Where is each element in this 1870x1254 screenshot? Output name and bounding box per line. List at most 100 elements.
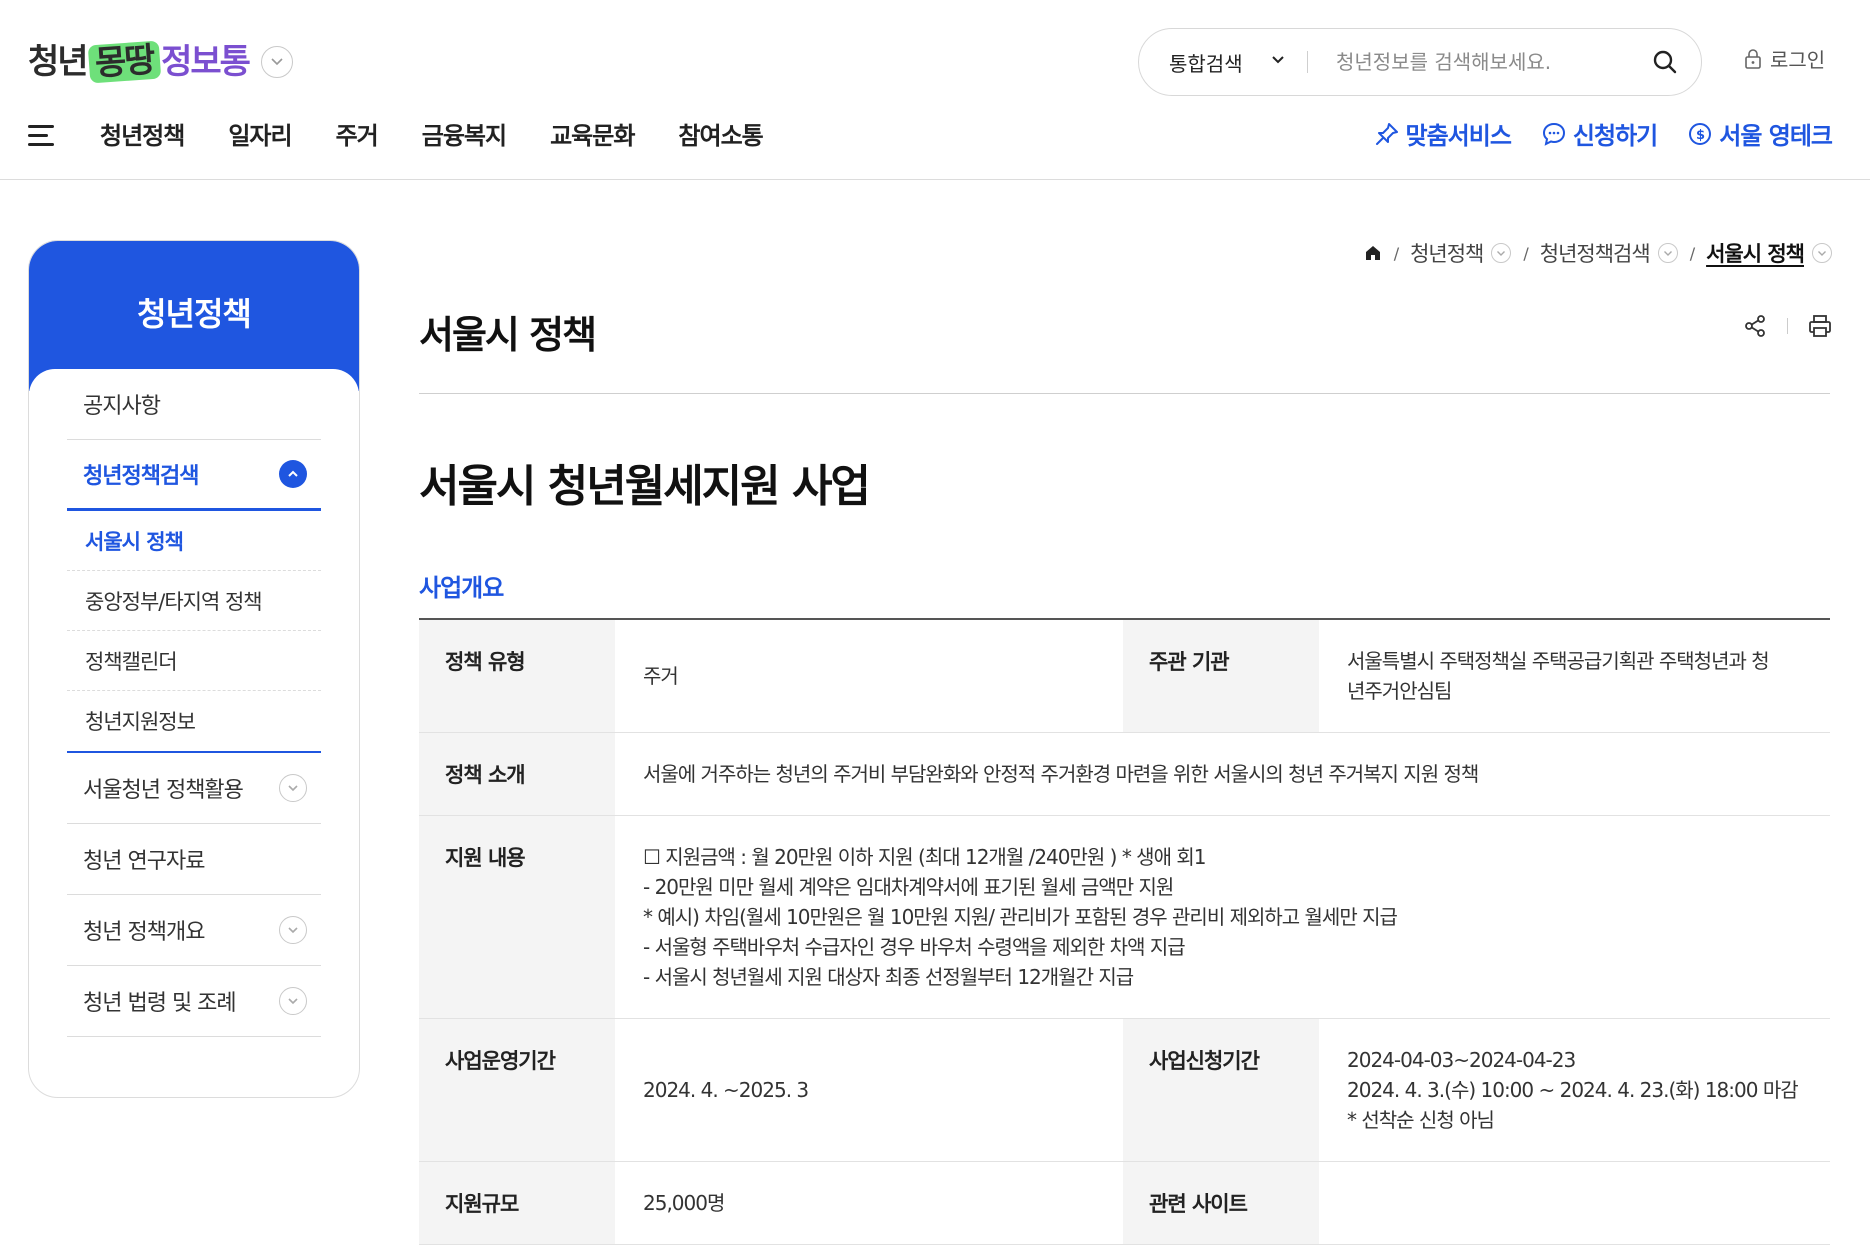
search-icon bbox=[1653, 50, 1677, 74]
login-link[interactable]: 로그인 bbox=[1744, 44, 1825, 73]
chevron-down-icon bbox=[1272, 56, 1284, 64]
share-icon bbox=[1745, 315, 1765, 337]
table-row: 정책 소개 서울에 거주하는 청년의 주거비 부담완화와 안정적 주거환경 마련… bbox=[419, 732, 1830, 816]
lock-icon bbox=[1745, 48, 1761, 69]
quick-link-seoul-youngtech[interactable]: $ 서울 영테크 bbox=[1687, 116, 1833, 151]
table-row: 사업운영기간 2024. 4. ~2025. 3 사업신청기간 2024-04-… bbox=[419, 1018, 1830, 1162]
sidebar-item-policy-usage[interactable]: 서울청년 정책활용 bbox=[67, 753, 321, 824]
share-button[interactable] bbox=[1743, 314, 1767, 338]
policy-title: 서울시 청년월세지원 사업 bbox=[419, 461, 871, 512]
table-row: 정책 유형 주거 주관 기관 서울특별시 주택정책실 주택공급기획관 주택청년과… bbox=[419, 619, 1830, 733]
table-header-operation-period: 사업운영기간 bbox=[419, 1018, 615, 1162]
table-header-apply-period: 사업신청기간 bbox=[1123, 1018, 1319, 1162]
text-line: - 20만원 미만 월세 계약은 임대차계약서에 표기된 월세 금액만 지원 bbox=[643, 875, 1174, 899]
sidebar-item-label: 청년 법령 및 조례 bbox=[83, 991, 237, 1016]
sidebar-item-policy-search[interactable]: 청년정책검색 bbox=[67, 440, 321, 511]
chevron-up-icon[interactable] bbox=[279, 460, 307, 488]
quick-link-custom-service[interactable]: 맞춤서비스 bbox=[1374, 116, 1512, 151]
table-header-scale: 지원규모 bbox=[419, 1161, 615, 1245]
sidebar-subitem-seoul-policy[interactable]: 서울시 정책 bbox=[67, 511, 321, 571]
print-button[interactable] bbox=[1808, 314, 1832, 338]
table-cell-related-site[interactable] bbox=[1319, 1161, 1830, 1245]
sidebar-item-research[interactable]: 청년 연구자료 bbox=[67, 824, 321, 895]
nav-item-youth-policy[interactable]: 청년정책 bbox=[100, 116, 185, 151]
sidebar: 청년정책 공지사항 청년정책검색 서울시 정책 중앙정부/타지역 정책 정책캘린… bbox=[28, 240, 360, 1098]
chat-icon bbox=[1542, 122, 1565, 146]
table-cell-apply-period: 2024-04-03~2024-04-23 2024. 4. 3.(수) 10:… bbox=[1319, 1018, 1830, 1162]
sidebar-subitem-policy-calendar[interactable]: 정책캘린더 bbox=[67, 631, 321, 691]
text-line: - 서울시 청년월세 지원 대상자 최종 선정월부터 12개월간 지급 bbox=[643, 965, 1134, 989]
breadcrumb-item-policy-search[interactable]: 청년정책검색 bbox=[1540, 238, 1678, 268]
text-line: - 서울형 주택바우처 수급자인 경우 바우처 수령액을 제외한 차액 지급 bbox=[643, 935, 1186, 959]
table-header-support: 지원 내용 bbox=[419, 815, 615, 1019]
main-nav: 청년정책 일자리 주거 금융복지 교육문화 참여소통 bbox=[100, 116, 764, 151]
quick-link-label: 서울 영테크 bbox=[1719, 122, 1833, 150]
menu-icon[interactable] bbox=[28, 123, 56, 147]
text-line: ☐ 지원금액 : 월 20만원 이하 지원 (최대 12개월 /240만원 ) … bbox=[643, 845, 1206, 869]
sidebar-title: 청년정책 bbox=[137, 295, 252, 333]
table-cell-operation-period: 2024. 4. ~2025. 3 bbox=[615, 1018, 1123, 1162]
login-label: 로그인 bbox=[1770, 48, 1826, 72]
search-scope-label: 통합검색 bbox=[1169, 51, 1243, 76]
quick-link-label: 맞춤서비스 bbox=[1405, 122, 1512, 150]
table-header-policy-type: 정책 유형 bbox=[419, 619, 615, 733]
table-cell-agency: 서울특별시 주택정책실 주택공급기획관 주택청년과 청 년주거안심팀 bbox=[1319, 619, 1830, 733]
sidebar-subitem-central-gov-policy[interactable]: 중앙정부/타지역 정책 bbox=[67, 571, 321, 631]
page-tools bbox=[1743, 314, 1832, 338]
search-input[interactable] bbox=[1308, 29, 1629, 95]
breadcrumb-separator: / bbox=[1689, 243, 1695, 263]
sidebar-item-policy-overview[interactable]: 청년 정책개요 bbox=[67, 895, 321, 966]
nav-item-participation[interactable]: 참여소통 bbox=[678, 116, 763, 151]
breadcrumb-label: 청년정책 bbox=[1410, 242, 1484, 266]
tool-divider bbox=[1787, 318, 1788, 334]
policy-info-table: 정책 유형 주거 주관 기관 서울특별시 주택정책실 주택공급기획관 주택청년과… bbox=[419, 618, 1830, 1245]
text-line: 서울특별시 주택정책실 주택공급기획관 주택청년과 청 bbox=[1347, 649, 1770, 673]
nav-item-jobs[interactable]: 일자리 bbox=[228, 116, 292, 151]
table-cell-intro: 서울에 거주하는 청년의 주거비 부담완화와 안정적 주거환경 마련을 위한 서… bbox=[615, 732, 1830, 816]
quick-links: 맞춤서비스 신청하기 $ 서울 영테크 bbox=[1374, 116, 1833, 151]
quick-link-apply[interactable]: 신청하기 bbox=[1541, 116, 1658, 151]
search-button[interactable] bbox=[1629, 29, 1701, 95]
chevron-down-icon[interactable] bbox=[1812, 243, 1832, 263]
chevron-down-icon[interactable] bbox=[279, 987, 307, 1015]
nav-item-housing[interactable]: 주거 bbox=[336, 116, 379, 151]
home-icon bbox=[1365, 246, 1380, 260]
table-header-agency: 주관 기관 bbox=[1123, 619, 1319, 733]
nav-item-education-culture[interactable]: 교육문화 bbox=[550, 116, 635, 151]
print-icon bbox=[1809, 315, 1831, 337]
table-cell-policy-type: 주거 bbox=[615, 619, 1123, 733]
breadcrumb: / 청년정책 / 청년정책검색 / 서울시 정책 bbox=[1364, 238, 1832, 268]
chevron-down-icon[interactable] bbox=[279, 774, 307, 802]
chevron-down-icon[interactable] bbox=[1491, 243, 1512, 263]
table-header-intro: 정책 소개 bbox=[419, 732, 615, 816]
sidebar-item-laws[interactable]: 청년 법령 및 조례 bbox=[67, 966, 321, 1037]
breadcrumb-separator: / bbox=[1523, 243, 1528, 263]
sidebar-item-label: 청년 정책개요 bbox=[83, 920, 205, 945]
chevron-down-icon[interactable] bbox=[1657, 243, 1678, 263]
logo-text-part3: 정보통 bbox=[161, 42, 251, 82]
text-line: 2024-04-03~2024-04-23 bbox=[1347, 1048, 1576, 1072]
site-logo[interactable]: 청년 몽땅 정보통 bbox=[28, 34, 293, 90]
text-line: * 선착순 신청 아님 bbox=[1347, 1108, 1495, 1132]
breadcrumb-item-youth-policy[interactable]: 청년정책 bbox=[1410, 238, 1512, 268]
sidebar-subitem-youth-support-info[interactable]: 청년지원정보 bbox=[67, 691, 321, 751]
breadcrumb-item-seoul-policy[interactable]: 서울시 정책 bbox=[1706, 238, 1832, 268]
sidebar-item-label: 청년 연구자료 bbox=[83, 849, 205, 874]
text-line: 2024. 4. 3.(수) 10:00 ~ 2024. 4. 23.(화) 1… bbox=[1347, 1078, 1799, 1102]
breadcrumb-label: 청년정책검색 bbox=[1539, 242, 1651, 266]
nav-item-finance-welfare[interactable]: 금융복지 bbox=[422, 116, 507, 151]
breadcrumb-label: 서울시 정책 bbox=[1706, 242, 1805, 266]
quick-link-label: 신청하기 bbox=[1572, 122, 1658, 150]
table-row: 지원규모 25,000명 관련 사이트 bbox=[419, 1161, 1830, 1245]
sidebar-item-label: 청년정책검색 bbox=[83, 464, 199, 489]
table-row: 지원 내용 ☐ 지원금액 : 월 20만원 이하 지원 (최대 12개월 /24… bbox=[419, 815, 1830, 1019]
sidebar-item-notice[interactable]: 공지사항 bbox=[67, 369, 321, 440]
sidebar-item-label: 공지사항 bbox=[83, 394, 161, 419]
table-cell-support: ☐ 지원금액 : 월 20만원 이하 지원 (최대 12개월 /240만원 ) … bbox=[615, 815, 1830, 1019]
title-divider bbox=[419, 393, 1830, 394]
search-scope-select[interactable]: 통합검색 bbox=[1139, 29, 1307, 95]
breadcrumb-home[interactable] bbox=[1364, 244, 1382, 262]
chevron-down-icon[interactable] bbox=[279, 916, 307, 944]
text-line: 년주거안심팀 bbox=[1347, 679, 1452, 703]
site-switch-chevron-icon[interactable] bbox=[260, 46, 293, 78]
